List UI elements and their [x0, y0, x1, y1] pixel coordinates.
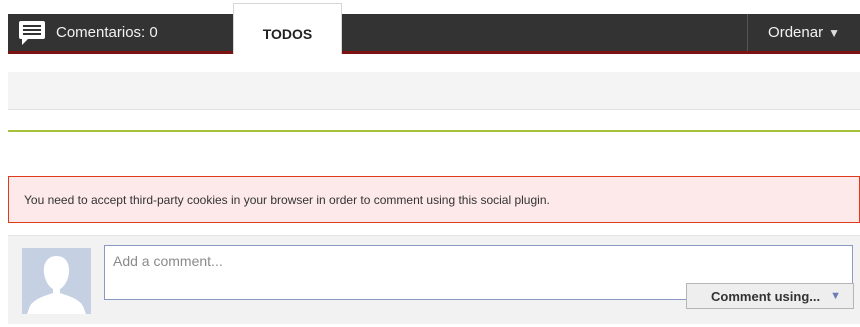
comment-using-button[interactable]: Comment using... ▼ [686, 283, 854, 309]
comment-using-label: Comment using... [711, 288, 821, 304]
avatar [22, 248, 91, 314]
comments-header-bar: Comentarios: 0 TODOS Ordenar ▼ [8, 3, 860, 54]
triangle-down-icon: ▼ [828, 25, 840, 40]
comments-count-label: Comentarios: 0 [56, 24, 158, 41]
tab-todos[interactable]: TODOS [233, 3, 342, 54]
cookie-warning-text: You need to accept third-party cookies i… [24, 192, 550, 207]
sort-label: Ordenar [768, 24, 824, 41]
triangle-down-icon: ▼ [830, 290, 841, 302]
cookie-warning-message: You need to accept third-party cookies i… [8, 176, 860, 223]
comment-composer: Comment using... ▼ [8, 235, 860, 324]
default-avatar-silhouette-icon [22, 248, 91, 314]
divider [8, 130, 860, 132]
comments-count: Comentarios: 0 [8, 14, 233, 51]
sort-dropdown-button[interactable]: Ordenar ▼ [747, 14, 860, 51]
speech-bubble-icon [19, 20, 45, 45]
comments-list-area [8, 72, 860, 110]
